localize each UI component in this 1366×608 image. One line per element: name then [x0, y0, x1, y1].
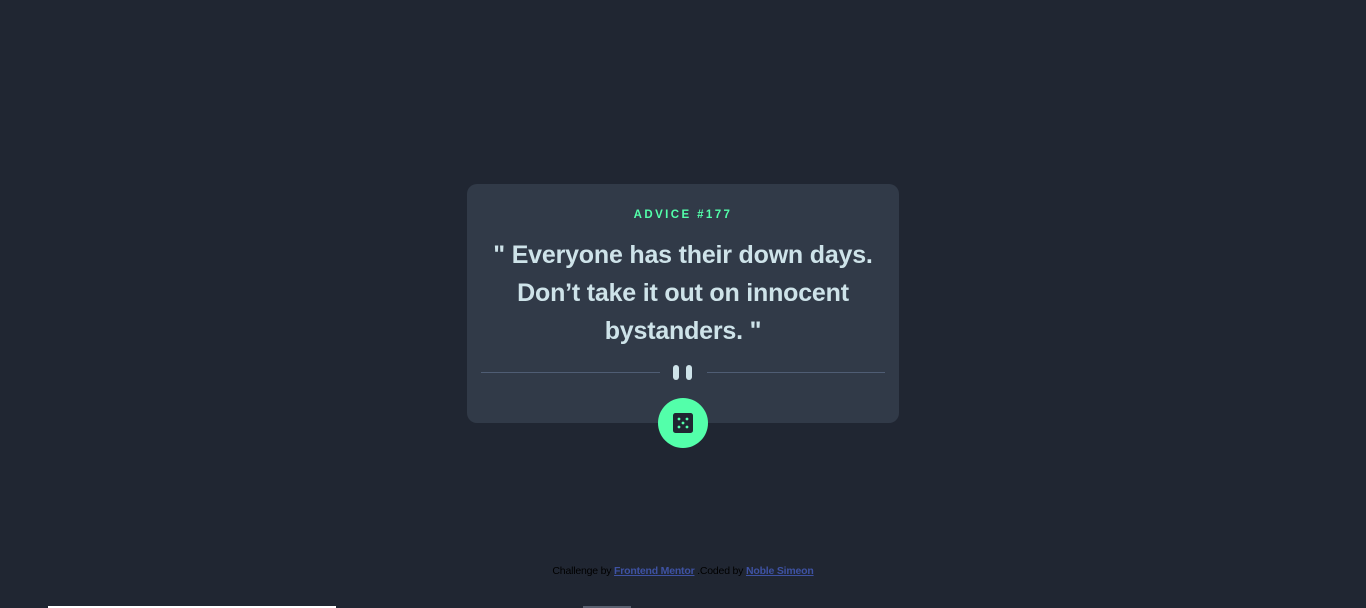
page: ADVICE #177 " Everyone has their down da… [0, 0, 1366, 608]
advice-card: ADVICE #177 " Everyone has their down da… [467, 184, 899, 448]
pause-bar-left [673, 365, 679, 380]
challenge-prefix-text: Challenge by [552, 565, 612, 577]
pause-bar-right [686, 365, 692, 380]
generate-advice-button[interactable] [658, 398, 708, 448]
pause-icon [673, 365, 693, 380]
coded-prefix-text: .Coded by [697, 565, 744, 577]
dice-icon [673, 413, 693, 433]
frontend-mentor-link[interactable]: Frontend Mentor [614, 565, 695, 577]
divider-left-line [481, 372, 660, 373]
advice-quote: " Everyone has their down days. Don’t ta… [493, 241, 873, 345]
author-link[interactable]: Noble Simeon [746, 565, 814, 577]
divider-right-line [707, 372, 885, 373]
attribution-footer: Challenge by Frontend Mentor .Coded by N… [0, 564, 1366, 578]
advice-id-label: ADVICE #177 [633, 209, 733, 221]
